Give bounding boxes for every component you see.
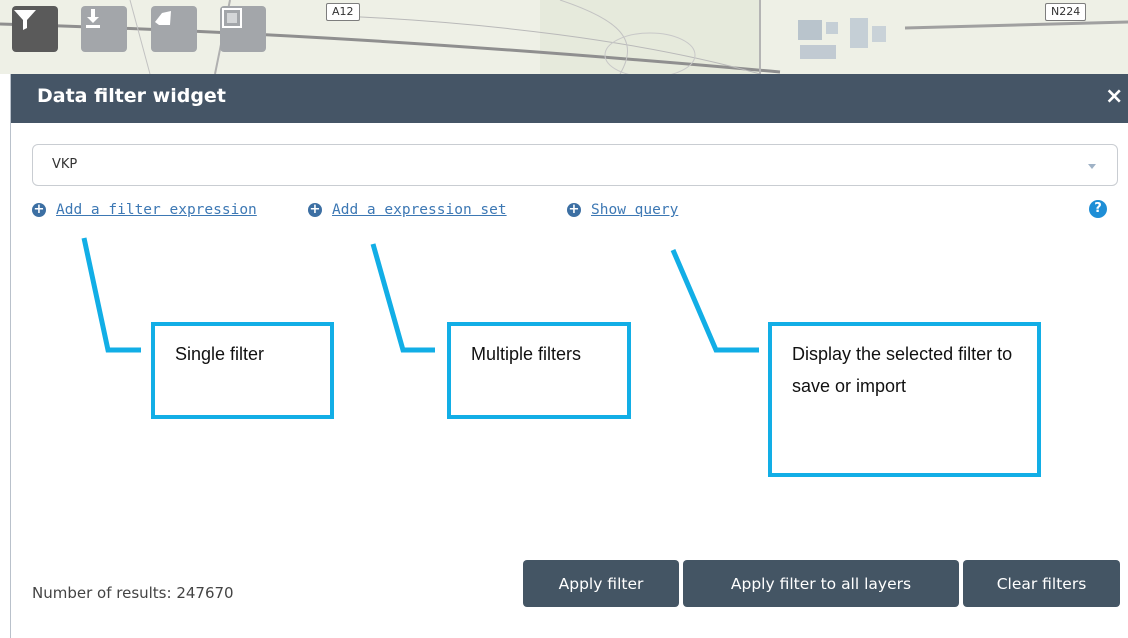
- widget-title: Data filter widget: [37, 85, 226, 107]
- show-query-label[interactable]: Show query: [591, 202, 678, 218]
- chevron-down-icon: [1088, 164, 1096, 169]
- annotation-single-filter: Single filter: [151, 322, 334, 419]
- apply-filter-button[interactable]: Apply filter: [523, 560, 679, 607]
- plus-circle-icon: +: [308, 202, 322, 217]
- annotation-display-filter: Display the selected filter to save or i…: [768, 322, 1041, 477]
- plus-circle-icon: +: [567, 202, 581, 217]
- widget-header: Data filter widget ×: [11, 74, 1128, 123]
- download-tool-button[interactable]: [81, 6, 127, 52]
- download-icon: [86, 9, 100, 28]
- map-frame-icon: [222, 8, 242, 28]
- layer-select-value: VKP: [52, 157, 78, 172]
- clear-filters-button[interactable]: Clear filters: [963, 560, 1120, 607]
- shape-icon: [155, 11, 171, 25]
- add-expression-set-link[interactable]: + Add a expression set: [308, 202, 507, 218]
- layer-select[interactable]: VKP: [32, 144, 1118, 186]
- results-count: Number of results: 247670: [32, 584, 234, 602]
- multiple-filters-pointer: [370, 243, 435, 353]
- add-filter-expression-link[interactable]: + Add a filter expression: [32, 202, 257, 218]
- filter-icon: [14, 10, 36, 30]
- data-filter-widget: Data filter widget × VKP + Add a filter …: [10, 74, 1128, 638]
- road-label-a12: A12: [326, 3, 360, 21]
- map-view[interactable]: A12 N224: [0, 0, 1128, 74]
- filter-tool-button[interactable]: [12, 6, 58, 52]
- road-label-n224: N224: [1045, 3, 1087, 21]
- apply-filter-all-layers-button[interactable]: Apply filter to all layers: [683, 560, 959, 607]
- plus-circle-icon: +: [32, 202, 46, 217]
- display-filter-pointer: [670, 249, 759, 353]
- add-expression-set-label[interactable]: Add a expression set: [332, 202, 507, 218]
- show-query-link[interactable]: + Show query: [567, 202, 678, 218]
- single-filter-pointer: [81, 237, 141, 353]
- add-filter-expression-label[interactable]: Add a filter expression: [56, 202, 257, 218]
- close-icon[interactable]: ×: [1105, 86, 1123, 108]
- help-icon[interactable]: ?: [1089, 200, 1107, 218]
- shape-tool-button[interactable]: [151, 6, 197, 52]
- map-frame-tool-button[interactable]: [220, 6, 266, 52]
- annotation-multiple-filters: Multiple filters: [447, 322, 631, 419]
